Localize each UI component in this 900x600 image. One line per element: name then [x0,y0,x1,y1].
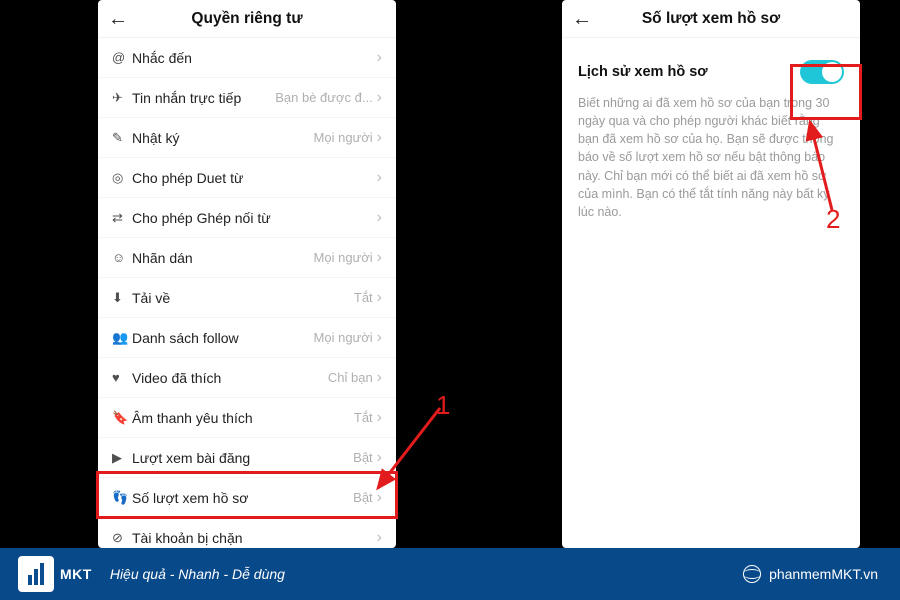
brand-name: MKT [60,566,92,582]
privacy-settings-screen: ← Quyền riêng tư @ Nhắc đến › ✈ Tin nhắn… [98,0,396,548]
row-following-list[interactable]: 👥 Danh sách follow Mọi người › [98,318,396,358]
row-value: Bật [353,450,373,465]
chevron-right-icon: › [377,410,382,426]
chevron-right-icon: › [377,370,382,386]
brand-logo: MKT [18,556,92,592]
row-value: Chỉ bạn [328,370,373,385]
row-stickers[interactable]: ☺ Nhãn dán Mọi người › [98,238,396,278]
chevron-right-icon: › [377,450,382,466]
site-link[interactable]: phanmemMKT.vn [743,565,878,583]
screen-header: ← Số lượt xem hồ sơ [562,0,860,38]
chevron-right-icon: › [377,90,382,106]
profile-view-history-toggle[interactable] [800,60,844,84]
row-value: Mọi người [314,130,373,145]
row-value: Tắt [354,410,373,425]
row-label: Video đã thích [132,370,328,386]
chevron-right-icon: › [377,490,382,506]
row-stitch[interactable]: ⇄ Cho phép Ghép nối từ › [98,198,396,238]
screen-title: Số lượt xem hồ sơ [562,10,860,28]
block-icon: ⊘ [112,530,132,546]
row-value: Bật [353,490,373,505]
row-mentions[interactable]: @ Nhắc đến › [98,38,396,78]
send-icon: ✈ [112,90,132,106]
footer-bar: MKT Hiệu quả - Nhanh - Dễ dùng phanmemMK… [0,548,900,600]
profile-views-screen: ← Số lượt xem hồ sơ Lịch sử xem hồ sơ Bi… [562,0,860,548]
chevron-right-icon: › [377,130,382,146]
row-blocked-accounts[interactable]: ⊘ Tài khoản bị chặn › [98,518,396,548]
row-label: Cho phép Ghép nối từ [132,210,373,226]
annotation-number-1: 1 [436,390,450,421]
row-label: Âm thanh yêu thích [132,410,354,426]
tagline: Hiệu quả - Nhanh - Dễ dùng [110,566,285,582]
screen-title: Quyền riêng tư [98,10,396,28]
row-label: Cho phép Duet từ [132,170,373,186]
chevron-right-icon: › [377,330,382,346]
row-duet[interactable]: ◎ Cho phép Duet từ › [98,158,396,198]
site-url: phanmemMKT.vn [769,566,878,582]
globe-icon [743,565,761,583]
row-label: Tin nhắn trực tiếp [132,90,275,106]
row-favorite-sounds[interactable]: 🔖 Âm thanh yêu thích Tắt › [98,398,396,438]
play-icon: ▶ [112,450,132,466]
chevron-right-icon: › [377,290,382,306]
toggle-description: Biết những ai đã xem hồ sơ của bạn trong… [574,94,848,221]
row-label: Lượt xem bài đăng [132,450,353,466]
back-icon[interactable]: ← [572,9,592,29]
row-value: Bạn bè được đ... [275,90,372,105]
row-label: Nhật ký [132,130,314,146]
row-label: Tài khoản bị chặn [132,530,373,546]
row-label: Tải về [132,290,354,306]
row-liked-videos[interactable]: ♥ Video đã thích Chỉ bạn › [98,358,396,398]
logo-icon [18,556,54,592]
row-value: Mọi người [314,330,373,345]
chevron-right-icon: › [377,50,382,66]
row-downloads[interactable]: ⬇ Tải về Tắt › [98,278,396,318]
row-value: Tắt [354,290,373,305]
stitch-icon: ⇄ [112,210,132,226]
row-direct-messages[interactable]: ✈ Tin nhắn trực tiếp Bạn bè được đ... › [98,78,396,118]
sticker-icon: ☺ [112,250,132,265]
edit-icon: ✎ [112,130,132,146]
row-value: Mọi người [314,250,373,265]
toggle-label: Lịch sử xem hồ sơ [578,64,708,80]
row-story[interactable]: ✎ Nhật ký Mọi người › [98,118,396,158]
row-label: Nhắc đến [132,50,373,66]
people-icon: 👥 [112,330,132,346]
download-icon: ⬇ [112,290,132,306]
back-icon[interactable]: ← [108,9,128,29]
row-post-views[interactable]: ▶ Lượt xem bài đăng Bật › [98,438,396,478]
row-label: Nhãn dán [132,250,314,266]
profile-views-card: Lịch sử xem hồ sơ Biết những ai đã xem h… [574,54,848,221]
settings-list: @ Nhắc đến › ✈ Tin nhắn trực tiếp Bạn bè… [98,38,396,548]
chevron-right-icon: › [377,530,382,546]
profile-view-history-row: Lịch sử xem hồ sơ [574,54,848,94]
chevron-right-icon: › [377,170,382,186]
at-icon: @ [112,50,132,65]
chevron-right-icon: › [377,250,382,266]
screen-header: ← Quyền riêng tư [98,0,396,38]
duet-icon: ◎ [112,170,132,186]
heart-icon: ♥ [112,370,132,385]
bookmark-icon: 🔖 [112,410,132,426]
footprints-icon: 👣 [112,490,132,506]
chevron-right-icon: › [377,210,382,226]
row-profile-views[interactable]: 👣 Số lượt xem hồ sơ Bật › [98,478,396,518]
row-label: Số lượt xem hồ sơ [132,490,353,506]
row-label: Danh sách follow [132,330,314,346]
